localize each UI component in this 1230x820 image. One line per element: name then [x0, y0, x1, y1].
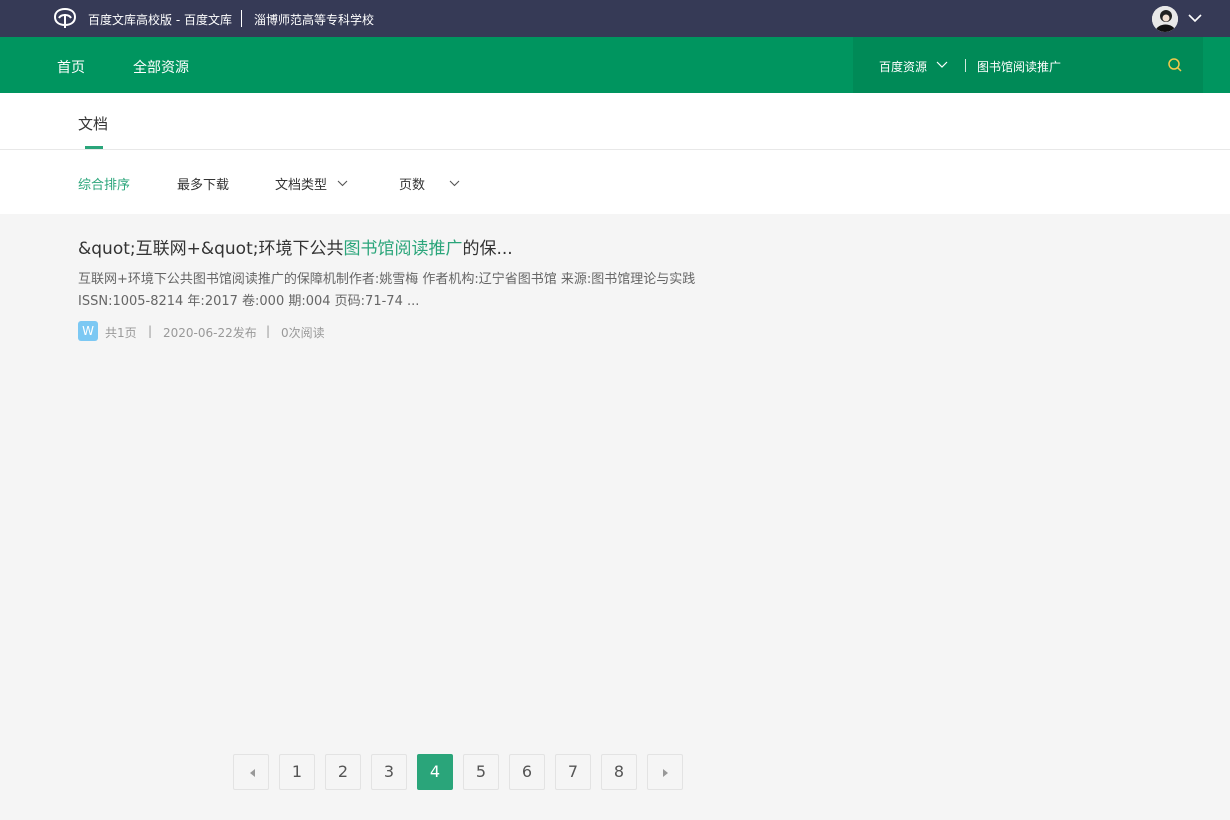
- search-icon[interactable]: [1167, 57, 1183, 73]
- filter-doc-type-label: 文档类型: [275, 178, 328, 193]
- meta-separator: |: [266, 324, 271, 338]
- filter-pages[interactable]: 页数: [399, 174, 460, 193]
- meta-separator: |: [148, 324, 153, 338]
- sort-most-downloads[interactable]: 最多下载: [177, 174, 229, 193]
- user-avatar[interactable]: [1152, 6, 1178, 32]
- page-button[interactable]: 7: [555, 754, 591, 790]
- result-description: 互联网+环境下公共图书馆阅读推广的保障机制作者:姚雪梅 作者机构:辽宁省图书馆 …: [78, 272, 696, 309]
- avatar-image-icon: [1152, 6, 1178, 32]
- baidu-wenku-logo-icon[interactable]: [52, 7, 78, 29]
- word-doc-icon: W: [78, 321, 98, 341]
- page-button[interactable]: 3: [371, 754, 407, 790]
- active-tab-indicator: [85, 146, 103, 149]
- result-page-count: 共1页: [105, 326, 137, 340]
- main-nav: 首页 全部资源 百度资源 图书馆阅读推广: [0, 37, 1230, 93]
- page-button[interactable]: 5: [463, 754, 499, 790]
- page-button[interactable]: 8: [601, 754, 637, 790]
- chevron-down-icon: [337, 180, 348, 187]
- arrow-left-icon: [250, 769, 255, 777]
- search-box: 百度资源 图书馆阅读推广: [853, 37, 1203, 93]
- prev-page-button[interactable]: [233, 754, 269, 790]
- current-page-button[interactable]: 4: [417, 754, 453, 790]
- next-page-button[interactable]: [647, 754, 683, 790]
- school-name[interactable]: 淄博师范高等专科学校: [254, 11, 374, 28]
- result-meta: W 共1页 | 2020-06-22发布 | 0次阅读: [78, 321, 718, 341]
- result-title-post: 的保...: [462, 239, 513, 259]
- result-title-link[interactable]: &quot;互联网+&quot;环境下公共图书馆阅读推广的保...: [78, 238, 718, 260]
- filter-pages-label: 页数: [399, 178, 426, 193]
- chevron-down-icon[interactable]: [936, 61, 948, 69]
- search-result-item: &quot;互联网+&quot;环境下公共图书馆阅读推广的保... 互联网+环境…: [78, 238, 718, 341]
- result-title-highlight: 图书馆阅读推广: [343, 239, 463, 259]
- filter-bar: 综合排序 最多下载 文档类型 页数: [0, 150, 1230, 214]
- nav-all-resources[interactable]: 全部资源: [133, 57, 189, 77]
- chevron-down-icon[interactable]: [1187, 12, 1203, 24]
- page-button[interactable]: 1: [279, 754, 315, 790]
- page-button[interactable]: 6: [509, 754, 545, 790]
- filter-doc-type[interactable]: 文档类型: [275, 174, 348, 193]
- brand-link[interactable]: 百度文库高校版 - 百度文库: [88, 11, 232, 28]
- result-title-pre: &quot;互联网+&quot;环境下公共: [78, 239, 344, 259]
- result-publish-date: 2020-06-22发布: [163, 326, 257, 340]
- sort-comprehensive[interactable]: 综合排序: [78, 174, 130, 193]
- chevron-down-icon: [449, 180, 460, 187]
- nav-home[interactable]: 首页: [57, 57, 85, 77]
- tab-bar: 文档: [0, 93, 1230, 150]
- tab-documents[interactable]: 文档: [78, 113, 108, 134]
- page-button[interactable]: 2: [325, 754, 361, 790]
- divider: [965, 59, 966, 72]
- result-read-count: 0次阅读: [281, 326, 325, 340]
- search-input[interactable]: 图书馆阅读推广: [977, 58, 1157, 74]
- arrow-right-icon: [663, 769, 668, 777]
- search-scope-select[interactable]: 百度资源: [879, 58, 927, 75]
- divider: [241, 10, 242, 27]
- top-bar: 百度文库高校版 - 百度文库 淄博师范高等专科学校: [0, 0, 1230, 37]
